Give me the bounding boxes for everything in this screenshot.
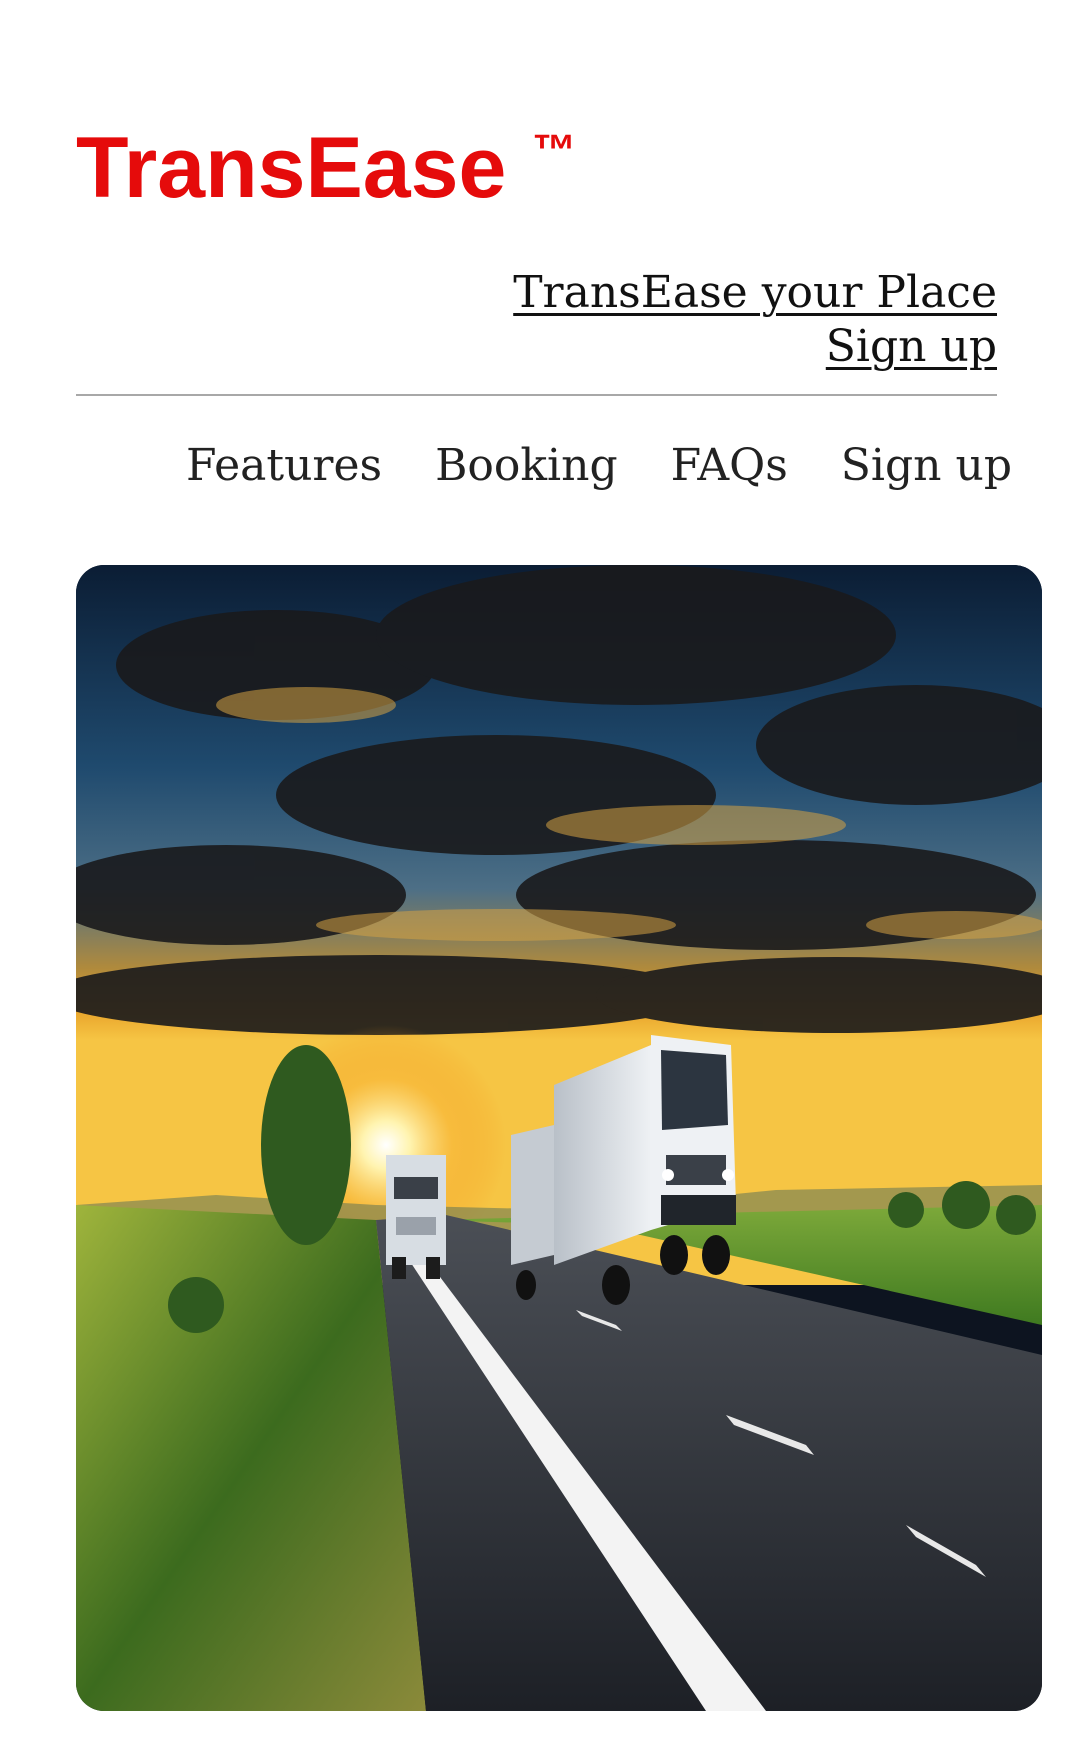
brand-name: TransEase: [76, 120, 507, 216]
tagline-link[interactable]: TransEase your Place: [513, 266, 997, 320]
nav-item-faqs[interactable]: FAQs: [671, 438, 788, 494]
main-nav: Features Booking FAQs Sign up: [186, 438, 1012, 494]
brand-logo: TransEase ™: [76, 118, 576, 233]
trucks-sunset-illustration: [76, 565, 1042, 1711]
nav-item-booking[interactable]: Booking: [435, 438, 618, 494]
trademark-symbol: ™: [532, 126, 577, 175]
header-divider: [76, 394, 997, 396]
hero-image: [76, 565, 1042, 1711]
header-links: TransEase your Place Sign up: [513, 266, 997, 374]
nav-item-features[interactable]: Features: [186, 438, 382, 494]
signup-link[interactable]: Sign up: [513, 320, 997, 374]
nav-item-signup[interactable]: Sign up: [841, 438, 1012, 494]
